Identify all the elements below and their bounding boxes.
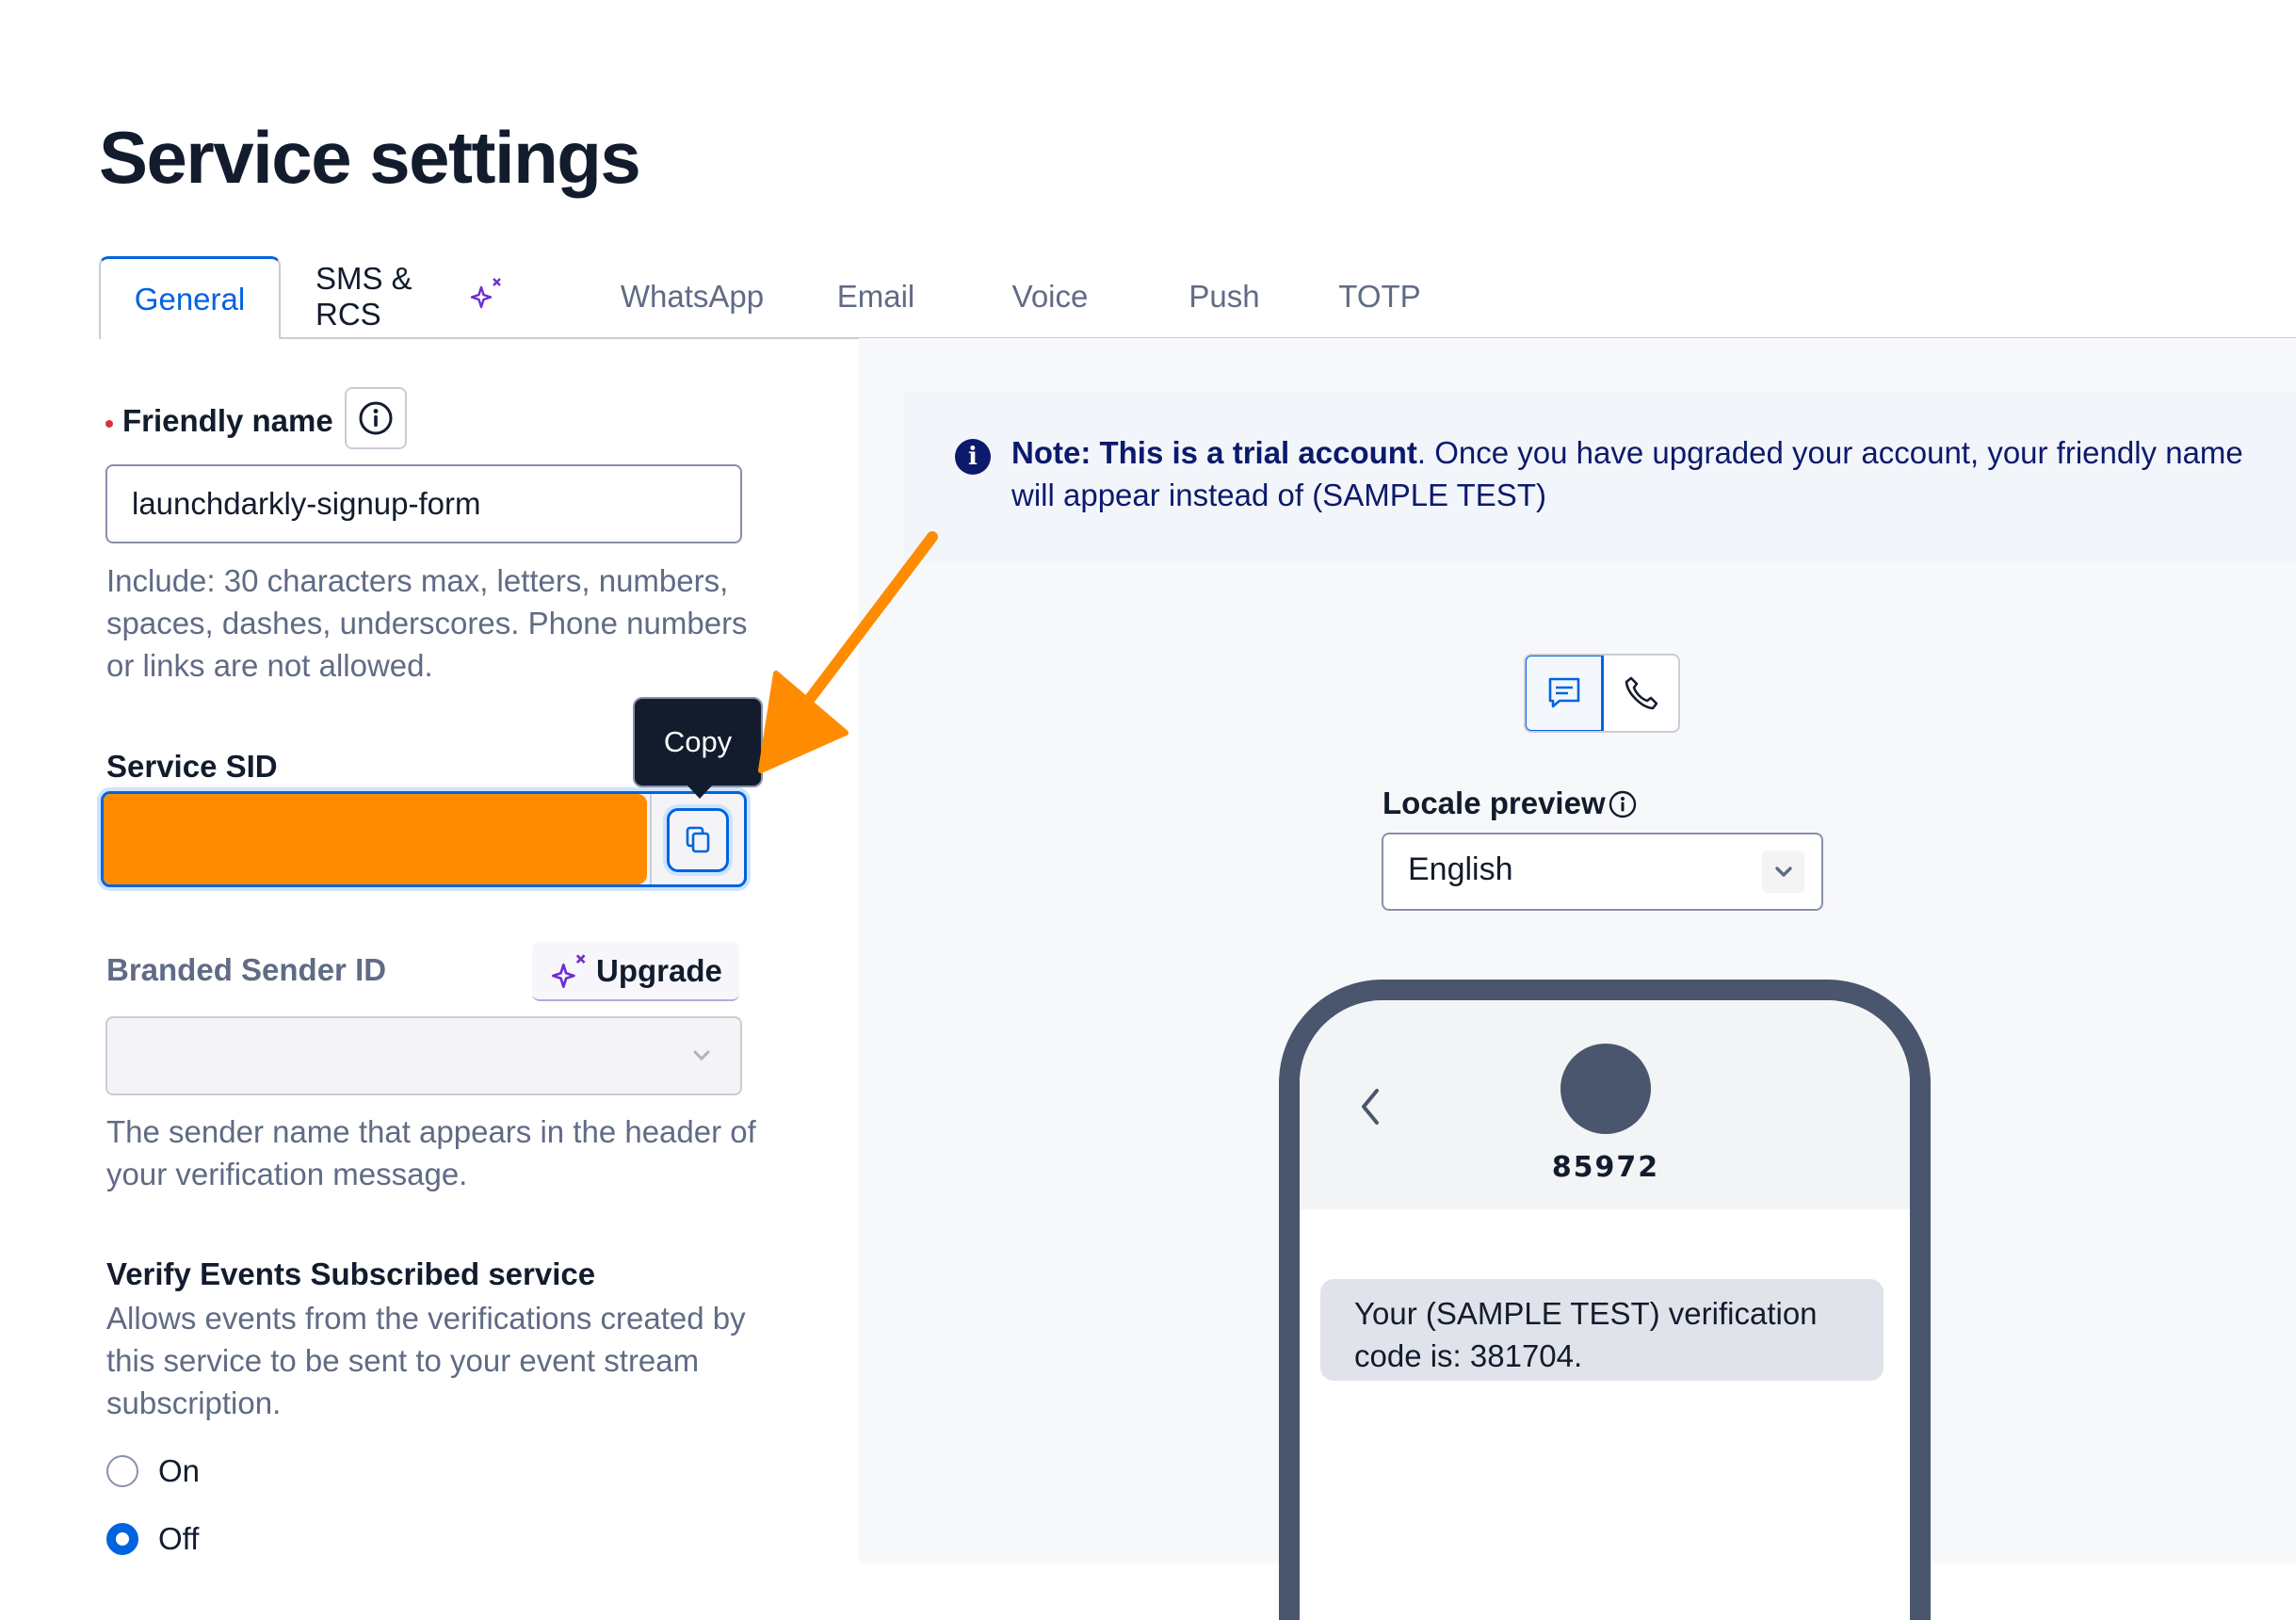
sparkle-icon bbox=[551, 953, 586, 988]
trial-notice-text: Note: This is a trial account. Once you … bbox=[1011, 431, 2255, 516]
friendly-name-label: Friendly name bbox=[122, 403, 333, 438]
chevron-down-icon bbox=[1774, 866, 1792, 877]
notice-bold: Note: This is a trial account bbox=[1011, 435, 1417, 470]
tab-totp[interactable]: TOTP bbox=[1304, 256, 1455, 337]
tooltip-tail bbox=[687, 786, 712, 799]
friendly-name-help: Include: 30 characters max, letters, num… bbox=[106, 563, 748, 683]
service-sid-label: Service SID bbox=[106, 749, 278, 784]
sms-preview-toggle[interactable] bbox=[1526, 656, 1604, 731]
contact-number: 85972 bbox=[1551, 1151, 1660, 1184]
tab-voice[interactable]: Voice bbox=[989, 256, 1111, 337]
tab-label: WhatsApp bbox=[620, 279, 765, 314]
service-sid-redacted bbox=[104, 794, 647, 884]
contact-avatar bbox=[1560, 1044, 1651, 1134]
tab-label: Voice bbox=[1011, 279, 1089, 314]
message-icon bbox=[1548, 677, 1579, 708]
locale-chevron-button[interactable] bbox=[1762, 850, 1804, 893]
radio-off-label[interactable]: Off bbox=[158, 1521, 199, 1557]
info-filled-icon: i bbox=[955, 439, 991, 475]
voice-preview-toggle[interactable] bbox=[1604, 656, 1678, 731]
channel-toggle bbox=[1524, 654, 1680, 733]
locale-value: English bbox=[1408, 851, 1513, 887]
copy-sid-button[interactable] bbox=[667, 808, 729, 872]
radio-on[interactable] bbox=[106, 1455, 138, 1487]
branded-sender-label: Branded Sender ID bbox=[106, 952, 387, 987]
radio-off[interactable] bbox=[106, 1523, 138, 1555]
friendly-name-input[interactable] bbox=[105, 464, 742, 543]
branded-sender-select bbox=[105, 1016, 742, 1095]
page-title: Service settings bbox=[99, 116, 641, 199]
verify-events-description: Allows events from the verifications cre… bbox=[106, 1301, 746, 1420]
verify-events-label: Verify Events Subscribed service bbox=[106, 1256, 596, 1291]
phone-icon bbox=[1625, 676, 1657, 710]
friendly-name-info-button[interactable] bbox=[345, 387, 407, 449]
tab-sms-rcs[interactable]: SMS & RCS bbox=[315, 256, 504, 337]
tab-label: General bbox=[134, 281, 246, 316]
tab-email[interactable]: Email bbox=[815, 256, 937, 337]
tab-label: SMS & RCS bbox=[315, 261, 412, 332]
divider bbox=[650, 794, 652, 884]
annotation-arrow bbox=[758, 531, 938, 773]
info-icon bbox=[359, 401, 393, 435]
copy-icon bbox=[686, 826, 710, 853]
info-icon[interactable] bbox=[1608, 789, 1638, 819]
tab-label: Push bbox=[1188, 279, 1260, 314]
tab-label: Email bbox=[836, 279, 915, 314]
tab-general[interactable]: General bbox=[99, 256, 281, 339]
tab-whatsapp[interactable]: WhatsApp bbox=[598, 256, 786, 337]
upgrade-label: Upgrade bbox=[596, 952, 722, 988]
required-indicator bbox=[105, 420, 113, 428]
chevron-down-icon bbox=[693, 1050, 710, 1061]
locale-preview-label: Locale preview bbox=[1382, 786, 1606, 820]
radio-on-label[interactable]: On bbox=[158, 1453, 200, 1489]
upgrade-button[interactable]: Upgrade bbox=[532, 942, 739, 1001]
message-bubble: Your (SAMPLE TEST) verification code is:… bbox=[1320, 1279, 1884, 1381]
tab-label: TOTP bbox=[1338, 279, 1421, 314]
tab-bar: General SMS & RCS WhatsApp Email Voice P… bbox=[99, 256, 2296, 339]
sparkle-icon bbox=[470, 276, 504, 310]
tab-push[interactable]: Push bbox=[1163, 256, 1285, 337]
back-chevron-icon bbox=[1362, 1089, 1379, 1125]
branded-sender-help: The sender name that appears in the head… bbox=[106, 1114, 756, 1191]
